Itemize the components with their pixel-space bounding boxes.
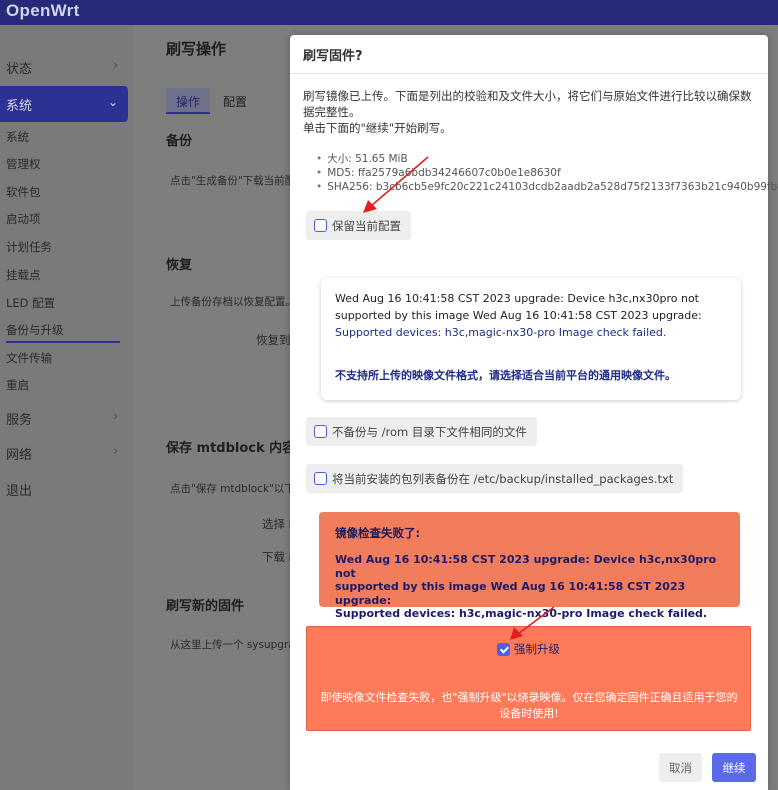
log-line: Supported devices: h3c,magic-nx30-pro Im…: [335, 326, 667, 339]
section-restore-title: 恢复: [166, 258, 193, 273]
upgrade-log-message: Wed Aug 16 10:41:58 CST 2023 upgrade: De…: [335, 290, 727, 341]
chevron-right-icon: ›: [113, 409, 118, 423]
md5-checksum: MD5: ffa2579a6bdb34246607c0b0e1e8630f: [316, 166, 766, 180]
unsupported-format-error: 不支持所上传的映像文件格式，请选择适合当前平台的通用映像文件。: [335, 369, 676, 382]
force-upgrade-option[interactable]: 强制升级: [497, 641, 560, 657]
submenu-packages[interactable]: 软件包: [6, 184, 41, 200]
submenu-admin[interactable]: 管理权: [6, 156, 41, 172]
alert-line: supported by this image Wed Aug 16 10:41…: [335, 580, 686, 607]
submenu-file-transfer[interactable]: 文件传输: [6, 350, 52, 366]
backup-packages-option[interactable]: 将当前安装的包列表备份在 /etc/backup/installed_packa…: [306, 464, 684, 493]
force-upgrade-label: 强制升级: [514, 642, 560, 656]
sidebar-item-label: 网络: [6, 447, 33, 463]
keep-config-label: 保留当前配置: [332, 218, 401, 233]
force-upgrade-panel: 强制升级 即使映像文件检查失败，也"强制升级"以烧录映像。仅在您确定固件正确且适…: [306, 626, 751, 731]
force-upgrade-note: 即使映像文件检查失败，也"强制升级"以烧录映像。仅在您确定固件正确且适用于您的设…: [320, 691, 738, 720]
alert-line: Supported devices: h3c,magic-nx30-pro Im…: [335, 607, 708, 620]
chevron-down-icon: ⌄: [107, 95, 118, 109]
alert-line: Wed Aug 16 10:41:58 CST 2023 upgrade: De…: [335, 553, 717, 580]
section-restore-text: 上传备份存档以恢复配置。: [170, 296, 296, 308]
log-line: supported by this image Wed Aug 16 10:41…: [335, 309, 702, 322]
sha256-checksum: SHA256: b3cb6cb5e9fc20c221c24103dcdb2aad…: [316, 180, 778, 194]
tab-actions[interactable]: 操作: [166, 88, 211, 114]
restore-to-label: 恢复到: [256, 333, 291, 347]
intro-text: 刷写镜像已上传。下面是列出的校验和及文件大小，将它们与原始文件进行比较以确保数据…: [303, 89, 752, 119]
dialog-title: 刷写固件?: [303, 49, 363, 64]
sidebar-item-services[interactable]: 服务 ›: [0, 400, 128, 436]
section-mtd-title: 保存 mtdblock 内容: [166, 441, 296, 456]
mtd-select-label: 选择 r: [262, 517, 294, 531]
section-flash-text: 从这里上传一个 sysupgra: [170, 639, 295, 651]
top-bar: OpenWrt: [0, 0, 778, 25]
section-backup-text: 点击"生成备份"下载当前配: [170, 175, 296, 187]
submenu-startup[interactable]: 启动项: [6, 211, 41, 227]
sidebar-item-label: 状态: [6, 61, 33, 77]
section-backup-title: 备份: [166, 134, 193, 149]
intro-continue-hint: 单击下面的"继续"开始刷写。: [303, 121, 452, 135]
submenu-cron[interactable]: 计划任务: [6, 239, 52, 255]
file-size: 大小: 51.65 MiB: [316, 152, 766, 166]
tab-configuration[interactable]: 配置: [213, 88, 257, 114]
image-check-failed-alert: 镜像检查失败了: Wed Aug 16 10:41:58 CST 2023 up…: [319, 512, 740, 620]
submenu-backup-upgrade[interactable]: 备份与升级: [6, 322, 120, 343]
sidebar-item-label: 服务: [6, 412, 33, 428]
flash-firmware-dialog: 刷写固件? 刷写镜像已上传。下面是列出的校验和及文件大小，将它们与原始文件进行比…: [290, 35, 778, 790]
backup-packages-checkbox[interactable]: [314, 472, 327, 485]
keep-config-checkbox[interactable]: [314, 219, 327, 232]
sidebar-item-label: 退出: [6, 483, 33, 499]
chevron-right-icon: ›: [113, 58, 118, 72]
skip-rom-backup-label: 不备份与 /rom 目录下文件相同的文件: [332, 424, 527, 439]
alert-message: Wed Aug 16 10:41:58 CST 2023 upgrade: De…: [335, 553, 724, 621]
mtd-download-label: 下载 r: [262, 550, 294, 564]
section-mtd-text: 点击"保存 mtdblock"以下: [170, 483, 295, 495]
alert-title: 镜像检查失败了:: [335, 526, 421, 540]
sidebar-item-system[interactable]: 系统 ⌄: [0, 86, 128, 122]
chevron-right-icon: ›: [113, 444, 118, 458]
page-title: 刷写操作: [166, 40, 227, 58]
submenu-mounts[interactable]: 挂载点: [6, 267, 41, 283]
dialog-intro: 刷写镜像已上传。下面是列出的校验和及文件大小，将它们与原始文件进行比较以确保数据…: [303, 88, 758, 136]
upgrade-log-card: Wed Aug 16 10:41:58 CST 2023 upgrade: De…: [321, 278, 741, 400]
skip-rom-backup-option[interactable]: 不备份与 /rom 目录下文件相同的文件: [306, 417, 537, 446]
submenu-reboot[interactable]: 重启: [6, 377, 29, 393]
submenu-system[interactable]: 系统: [6, 129, 29, 145]
dialog-header: 刷写固件?: [290, 35, 768, 74]
sidebar-item-logout[interactable]: 退出: [0, 471, 128, 507]
cancel-button[interactable]: 取消: [659, 753, 702, 782]
continue-button[interactable]: 继续: [712, 753, 756, 782]
checksum-list: 大小: 51.65 MiB MD5: ffa2579a6bdb34246607c…: [316, 152, 778, 194]
sidebar-item-status[interactable]: 状态 ›: [0, 49, 128, 85]
keep-config-option[interactable]: 保留当前配置: [306, 211, 411, 240]
backup-packages-label: 将当前安装的包列表备份在 /etc/backup/installed_packa…: [332, 471, 674, 486]
log-line: Wed Aug 16 10:41:58 CST 2023 upgrade: De…: [335, 292, 699, 305]
force-upgrade-checkbox[interactable]: [497, 642, 510, 656]
sidebar-item-network[interactable]: 网络 ›: [0, 435, 128, 471]
skip-rom-backup-checkbox[interactable]: [314, 425, 327, 438]
section-flash-title: 刷写新的固件: [166, 599, 245, 614]
brand-logo[interactable]: OpenWrt: [6, 1, 80, 21]
submenu-led[interactable]: LED 配置: [6, 295, 55, 311]
sidebar-item-label: 系统: [6, 98, 33, 114]
